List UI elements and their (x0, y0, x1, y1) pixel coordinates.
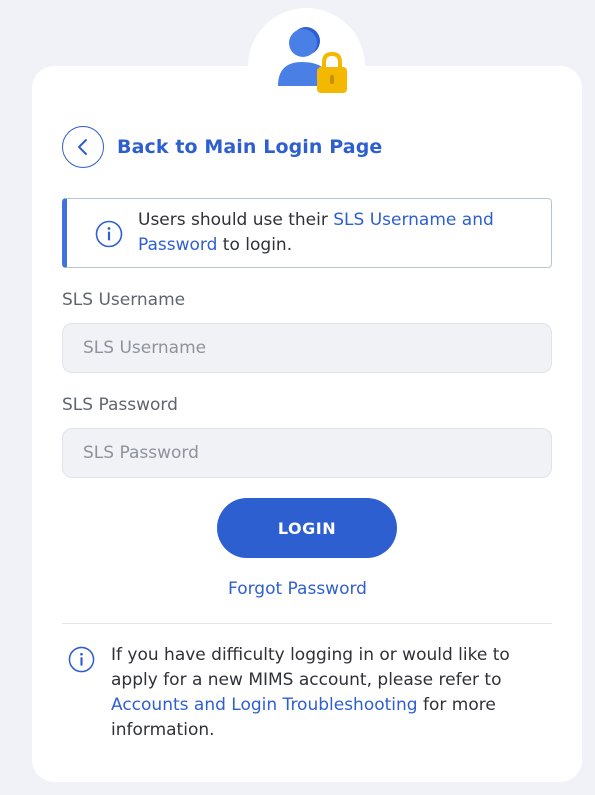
user-lock-icon (278, 27, 347, 93)
help-text-before: If you have difficulty logging in or wou… (111, 645, 510, 690)
password-label: SLS Password (62, 395, 178, 415)
forgot-password-link[interactable]: Forgot Password (0, 579, 595, 599)
username-label: SLS Username (62, 290, 186, 310)
notice-text-after: to login. (217, 235, 293, 255)
chevron-left-icon (78, 139, 87, 155)
back-to-main-login-link[interactable]: Back to Main Login Page (62, 126, 382, 168)
username-input[interactable] (62, 323, 552, 373)
info-icon (95, 220, 123, 248)
back-button[interactable] (62, 126, 104, 168)
login-button[interactable]: LOGIN (217, 498, 397, 558)
notice-text: Users should use their SLS Username and … (138, 208, 538, 258)
back-link-label[interactable]: Back to Main Login Page (117, 136, 382, 158)
help-text: If you have difficulty logging in or wou… (111, 643, 531, 743)
info-icon (68, 646, 95, 673)
password-input[interactable] (62, 428, 552, 478)
troubleshooting-link[interactable]: Accounts and Login Troubleshooting (111, 695, 418, 715)
notice-text-before: Users should use their (138, 210, 334, 230)
divider (62, 623, 552, 624)
info-notice: Users should use their SLS Username and … (62, 198, 552, 268)
